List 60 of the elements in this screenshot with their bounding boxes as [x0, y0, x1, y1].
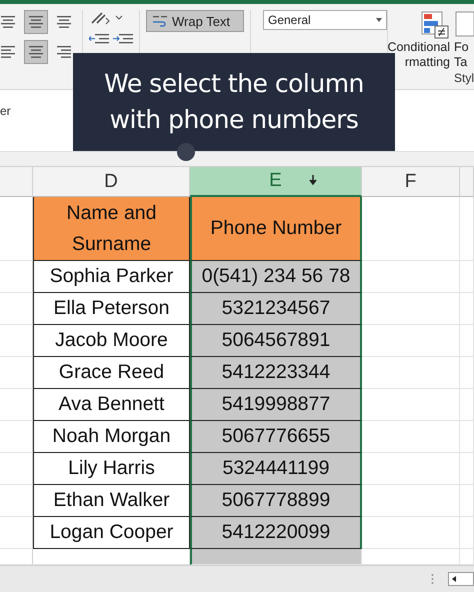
ribbon-label: Fo [454, 40, 470, 55]
caret-icon [115, 15, 123, 21]
table-cell: 5067778899 [190, 485, 362, 517]
decrease-indent-icon [89, 32, 109, 46]
table-cell: 5419998877 [190, 389, 362, 421]
wrap-text-button[interactable]: Wrap Text [146, 10, 244, 32]
wrap-text-icon [152, 14, 168, 28]
column-header[interactable] [460, 167, 474, 197]
header-cell: Phone Number [190, 197, 362, 261]
table-cell: 5067776655 [190, 421, 362, 453]
empty-cell [460, 485, 474, 517]
row-header[interactable] [0, 453, 33, 485]
row-header[interactable] [0, 485, 33, 517]
text-orientation-icon [89, 10, 111, 26]
empty-cell [460, 389, 474, 421]
row-header[interactable] [0, 261, 33, 293]
table-cell: 5412220099 [190, 517, 362, 549]
column-header[interactable]: D [33, 167, 190, 197]
table-cell: 5064567891 [190, 325, 362, 357]
down-arrow-cursor-icon [309, 175, 317, 187]
align-center-icon [29, 16, 43, 28]
dropdown-arrow-icon [376, 18, 382, 22]
scroll-left-button[interactable] [448, 572, 474, 586]
empty-cell [460, 261, 474, 293]
empty-cell [460, 421, 474, 453]
empty-cell [460, 453, 474, 485]
row-header[interactable] [0, 325, 33, 357]
column-header[interactable]: F [362, 167, 460, 197]
caption-text: with phone numbers [110, 104, 358, 136]
conditional-formatting-button[interactable]: Conditional rmatting [388, 10, 450, 70]
column-header[interactable]: E [190, 167, 362, 197]
align-center-icon [1, 16, 15, 28]
align-right-icon [57, 46, 71, 58]
empty-cell [460, 293, 474, 325]
align-left-icon [1, 46, 15, 58]
empty-cell [460, 357, 474, 389]
select-all-corner[interactable] [0, 167, 33, 197]
header-cell: Name and Surname [33, 197, 190, 261]
group-label: Styl [454, 71, 474, 85]
align-center-icon [57, 16, 71, 28]
row-header[interactable] [0, 357, 33, 389]
name-box-text: er [0, 104, 11, 118]
conditional-formatting-icon [420, 10, 450, 40]
table-cell: 5412223344 [190, 357, 362, 389]
table-cell: 5324441199 [190, 453, 362, 485]
row-header[interactable] [0, 389, 33, 421]
row-header[interactable] [0, 293, 33, 325]
row-header[interactable] [0, 421, 33, 453]
row-header[interactable] [0, 517, 33, 549]
caption-text: We select the column [104, 68, 364, 100]
table-cell: 0(541) 234 56 78 [190, 261, 362, 293]
increase-indent-icon [113, 32, 133, 46]
ribbon-label: Ta [454, 55, 468, 70]
empty-cell [460, 517, 474, 549]
table-cell: 5321234567 [190, 293, 362, 325]
empty-cell [460, 325, 474, 357]
align-center-icon [29, 46, 43, 58]
splitter-icon [431, 573, 434, 585]
number-format-dropdown[interactable]: General [263, 10, 387, 30]
left-arrow-icon [452, 576, 456, 582]
